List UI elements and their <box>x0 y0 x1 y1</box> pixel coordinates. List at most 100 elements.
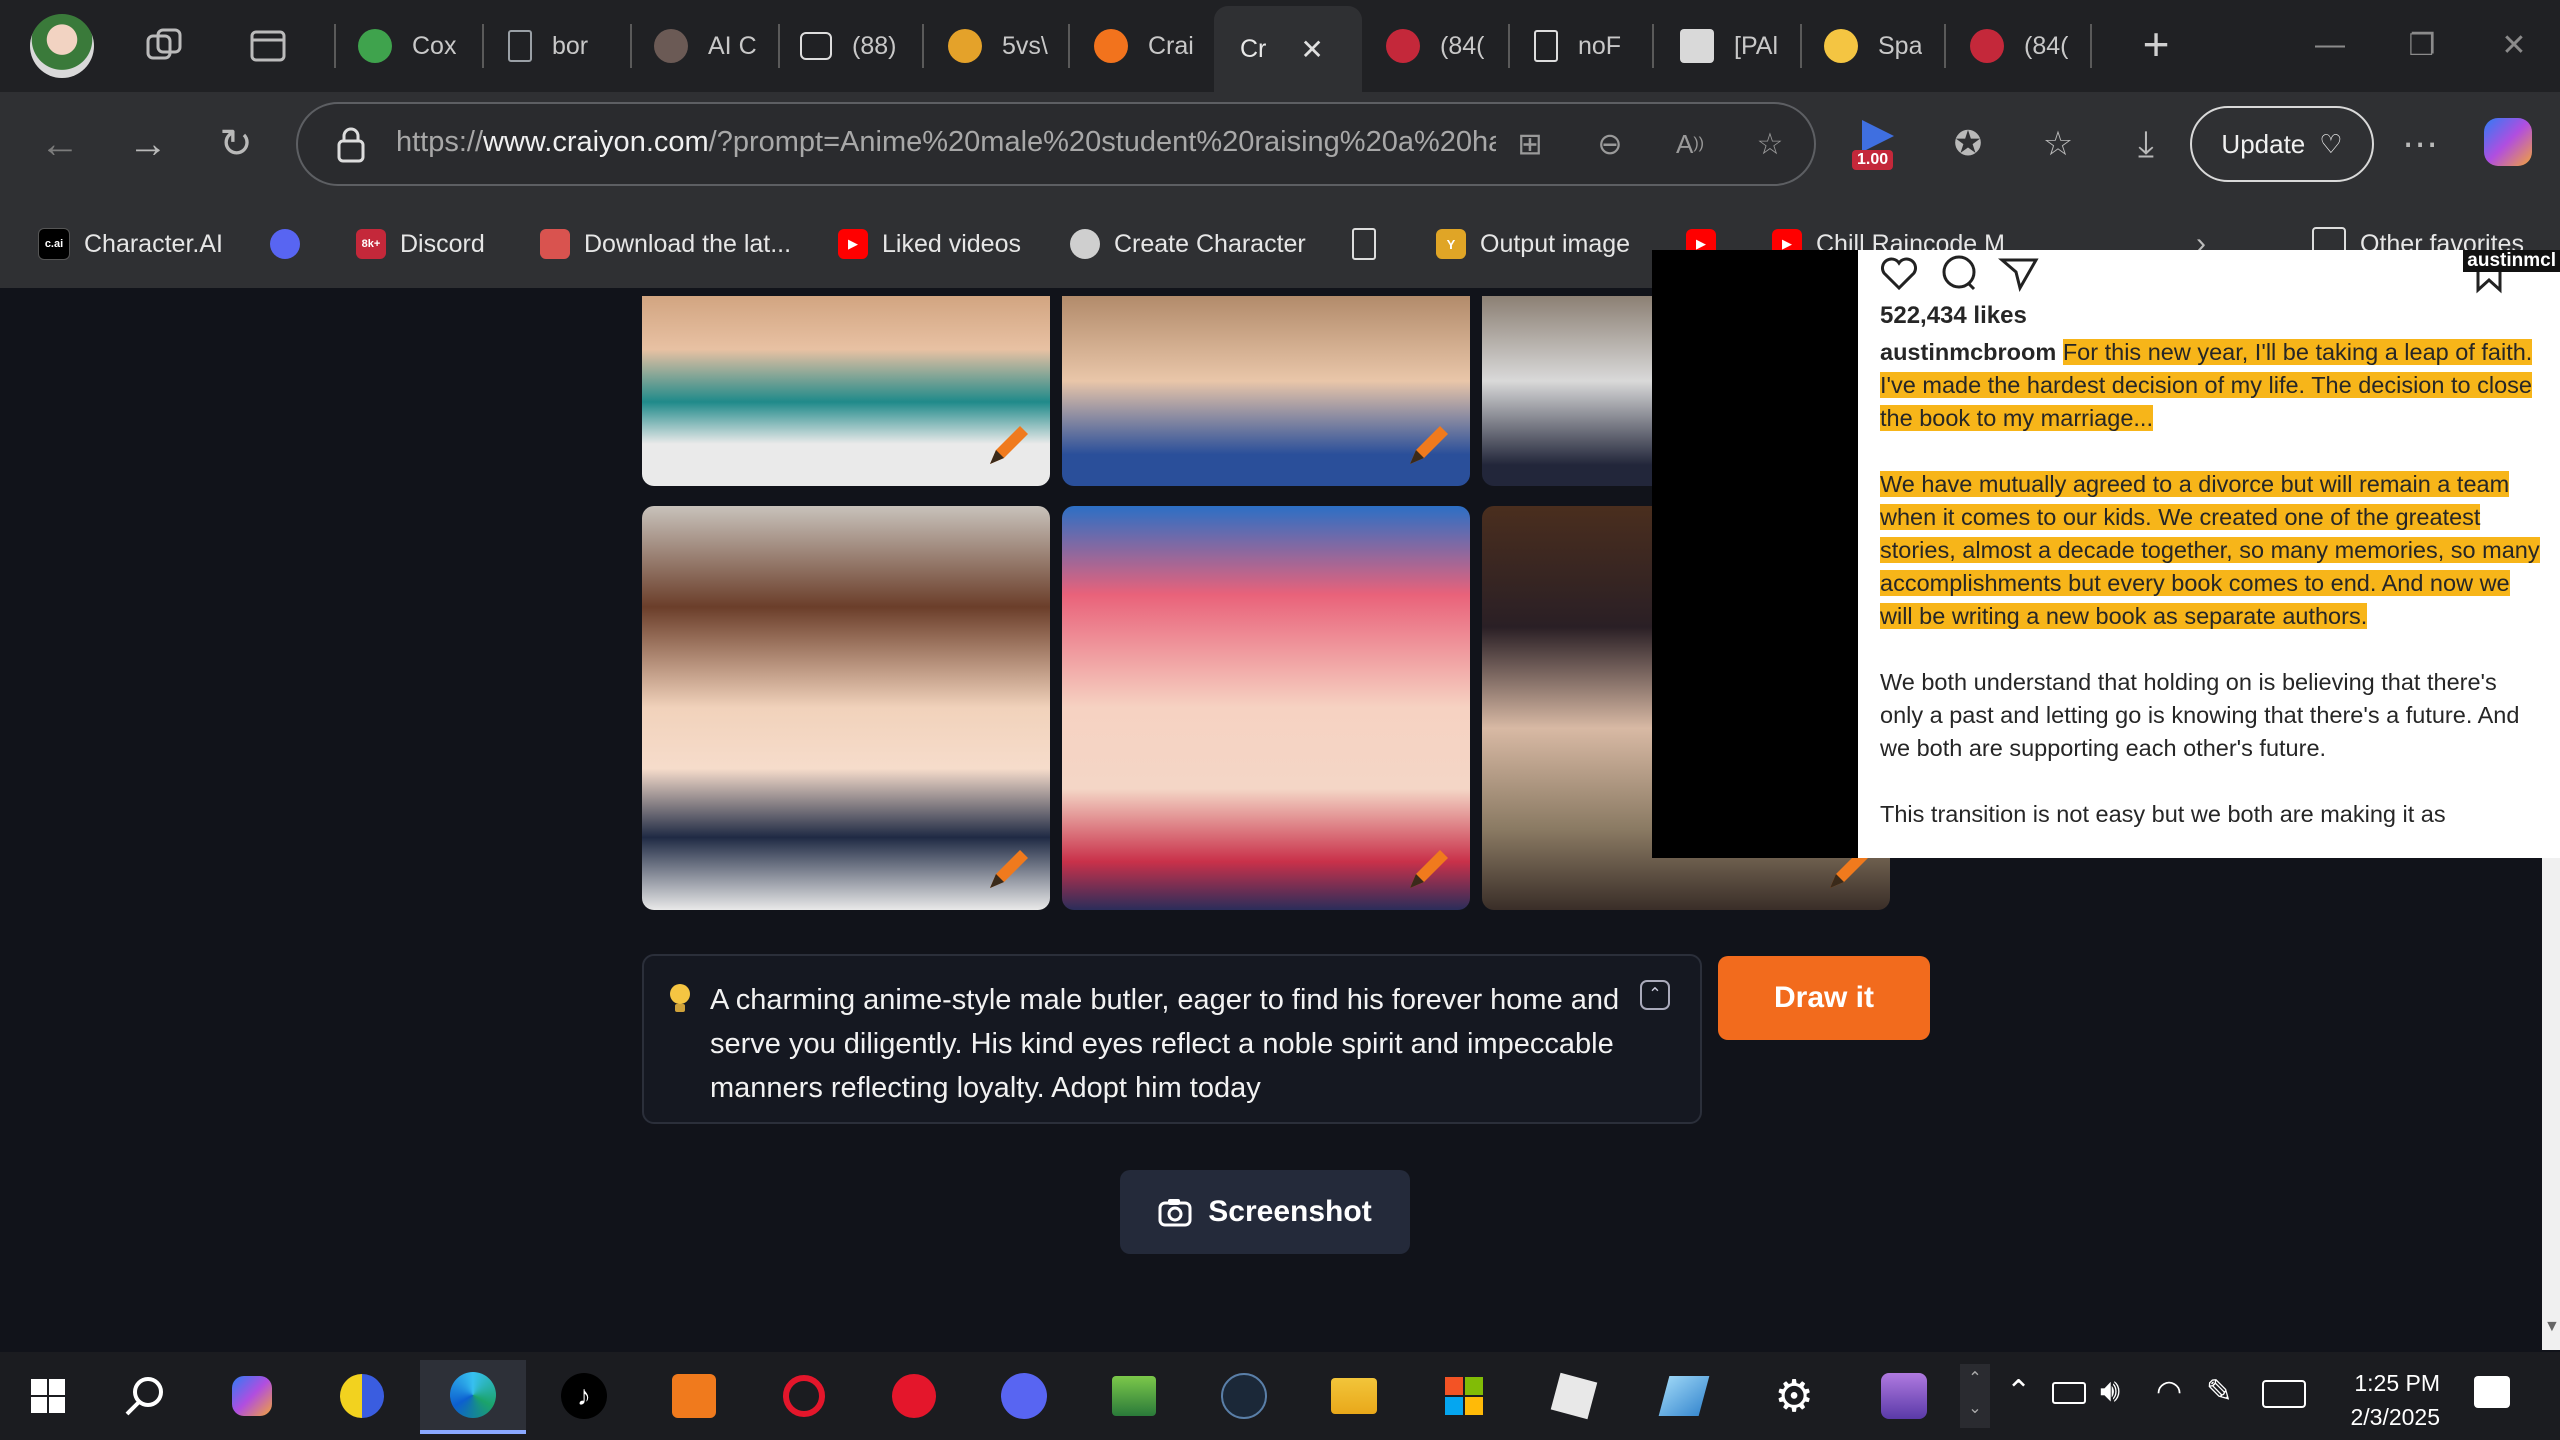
generated-image-4[interactable] <box>642 506 1050 910</box>
edit-pencil-icon[interactable] <box>1402 842 1456 896</box>
copilot-icon[interactable] <box>2484 118 2532 166</box>
tab-favicon <box>654 29 688 63</box>
tab-8[interactable]: noF <box>1534 0 1644 92</box>
file-explorer-icon[interactable] <box>1324 1366 1384 1426</box>
microsoft-store-icon[interactable] <box>1434 1366 1494 1426</box>
new-tab-button[interactable]: + <box>2128 16 2184 72</box>
tab-1[interactable]: bor <box>508 0 618 92</box>
system-clock[interactable]: 1:25 PM 2/3/2025 <box>2330 1366 2440 1434</box>
forward-button[interactable]: → <box>118 114 178 174</box>
zoom-icon[interactable]: ⊖ <box>1588 122 1632 166</box>
update-button[interactable]: Update ♡ <box>2190 106 2374 182</box>
edit-pencil-icon[interactable] <box>1402 418 1456 472</box>
tab-7[interactable]: (84( <box>1386 0 1496 92</box>
prompt-input[interactable]: A charming anime-style male butler, eage… <box>642 954 1702 1124</box>
app-orange-icon[interactable] <box>664 1366 724 1426</box>
downloads-icon[interactable]: ⤓ <box>2116 114 2176 174</box>
close-tab-icon[interactable]: ✕ <box>1300 33 1323 66</box>
rewards-icon[interactable]: 1.00 <box>1852 116 1904 176</box>
tab-9[interactable]: [PAl <box>1680 0 1790 92</box>
generated-image-2[interactable] <box>1062 296 1470 486</box>
bookmark-liked-videos[interactable]: ▶ Liked videos <box>838 224 1021 264</box>
tab-title: Cr <box>1240 34 1267 63</box>
bookmark-create-character[interactable]: Create Character <box>1070 224 1306 264</box>
scroll-down-arrow-icon[interactable]: ▼ <box>2544 1318 2560 1336</box>
settings-gear-icon[interactable]: ⚙ <box>1764 1366 1824 1426</box>
profile-avatar[interactable] <box>30 14 94 78</box>
generated-image-5[interactable] <box>1062 506 1470 910</box>
copilot-taskbar-icon[interactable] <box>222 1366 282 1426</box>
tab-0[interactable]: Cox <box>358 0 468 92</box>
roblox-taskbar-icon[interactable] <box>1544 1366 1604 1426</box>
floating-video-overlay[interactable]: austinmcl 522,434 likes austinmcbroom Fo… <box>1652 250 2560 858</box>
screenshot-button[interactable]: Screenshot <box>1120 1170 1410 1254</box>
tab-2[interactable]: AI C <box>654 0 764 92</box>
wifi-icon[interactable]: ◠ <box>2156 1374 2182 1409</box>
vertical-tabs-icon[interactable] <box>244 22 292 70</box>
pencil-icon <box>1094 29 1128 63</box>
show-hidden-icons-icon[interactable]: ⌃ <box>2006 1374 2031 1409</box>
tab-active[interactable]: Cr ✕ <box>1214 6 1362 92</box>
restore-button[interactable]: ❐ <box>2392 20 2452 70</box>
address-bar[interactable]: https://www.craiyon.com/?prompt=Anime%20… <box>296 102 1816 186</box>
discord-taskbar-icon[interactable] <box>994 1366 1054 1426</box>
more-menu-icon[interactable]: ⋯ <box>2390 114 2450 174</box>
snipping-tool-icon[interactable] <box>884 1366 944 1426</box>
edit-pencil-icon[interactable] <box>982 418 1036 472</box>
discord-8k-icon: 8k+ <box>356 229 386 259</box>
bookmark-discord-icon-only[interactable] <box>270 224 314 264</box>
extensions-icon[interactable]: ✪ <box>1938 114 1998 174</box>
app-avatar-icon[interactable] <box>1874 1366 1934 1426</box>
bookmark-output-image[interactable]: Y Output image <box>1436 224 1630 264</box>
favorite-star-icon[interactable]: ☆ <box>1748 122 1792 166</box>
lock-icon[interactable] <box>334 126 368 164</box>
bookmark-discord[interactable]: 8k+ Discord <box>356 224 485 264</box>
roblox-studio-icon[interactable] <box>1654 1366 1714 1426</box>
keyboard-icon[interactable] <box>2262 1380 2306 1408</box>
tab-10[interactable]: Spa <box>1824 0 1934 92</box>
taskbar-scroll-icon[interactable]: ⌃ ⌄ <box>1960 1364 1990 1428</box>
app-icon[interactable] <box>332 1366 392 1426</box>
tab-3[interactable]: (88) <box>800 0 910 92</box>
caption-paragraph-2: We have mutually agreed to a divorce but… <box>1880 471 2540 629</box>
tab-11[interactable]: (84( <box>1970 0 2080 92</box>
minimize-button[interactable]: — <box>2300 20 2360 70</box>
navigation-bar: ← → ↻ https://www.craiyon.com/?prompt=An… <box>0 92 2560 198</box>
edit-pencil-icon[interactable] <box>982 842 1036 896</box>
collapse-icon[interactable]: ⌃ <box>1640 980 1670 1010</box>
read-aloud-icon[interactable]: A)) <box>1668 122 1712 166</box>
bookmark-page[interactable] <box>1352 224 1390 264</box>
volume-icon[interactable]: 🔊︎ <box>2100 1372 2120 1410</box>
caption-paragraph-4: This transition is not easy but we both … <box>1880 801 2446 827</box>
pen-icon[interactable]: ✎ <box>2206 1372 2233 1410</box>
draw-it-button[interactable]: Draw it <box>1718 956 1930 1040</box>
caption-username[interactable]: austinmcbroom <box>1880 339 2056 365</box>
like-heart-icon[interactable] <box>1878 252 1920 294</box>
edge-taskbar-icon[interactable] <box>420 1360 526 1434</box>
apps-icon[interactable]: ⊞ <box>1508 122 1552 166</box>
bookmark-download[interactable]: Download the lat... <box>540 224 791 264</box>
prompt-text[interactable]: A charming anime-style male butler, eage… <box>710 978 1620 1110</box>
search-icon[interactable] <box>114 1366 174 1426</box>
windows-start-icon[interactable] <box>18 1366 78 1426</box>
notifications-icon[interactable] <box>2474 1376 2510 1408</box>
tiktok-icon[interactable]: ♪ <box>554 1366 614 1426</box>
close-window-button[interactable]: ✕ <box>2484 20 2544 70</box>
bookmark-label: Create Character <box>1114 229 1306 258</box>
favorites-icon[interactable]: ☆ <box>2028 114 2088 174</box>
share-icon[interactable] <box>1998 252 2040 294</box>
url-text[interactable]: https://www.craiyon.com/?prompt=Anime%20… <box>396 126 1496 159</box>
bookmark-character-ai[interactable]: c.ai Character.AI <box>38 224 223 264</box>
image-editor-icon[interactable] <box>1104 1366 1164 1426</box>
comment-icon[interactable] <box>1938 252 1980 294</box>
post-caption: austinmcbroom For this new year, I'll be… <box>1880 336 2540 858</box>
opera-icon[interactable] <box>774 1366 834 1426</box>
refresh-button[interactable]: ↻ <box>206 114 266 174</box>
emoji-icon <box>1824 29 1858 63</box>
tab-4[interactable]: 5vs\ <box>948 0 1058 92</box>
back-button[interactable]: ← <box>30 114 90 174</box>
steam-icon[interactable] <box>1214 1366 1274 1426</box>
workspaces-icon[interactable] <box>140 22 188 70</box>
tab-5[interactable]: Crai <box>1094 0 1204 92</box>
generated-image-1[interactable] <box>642 296 1050 486</box>
